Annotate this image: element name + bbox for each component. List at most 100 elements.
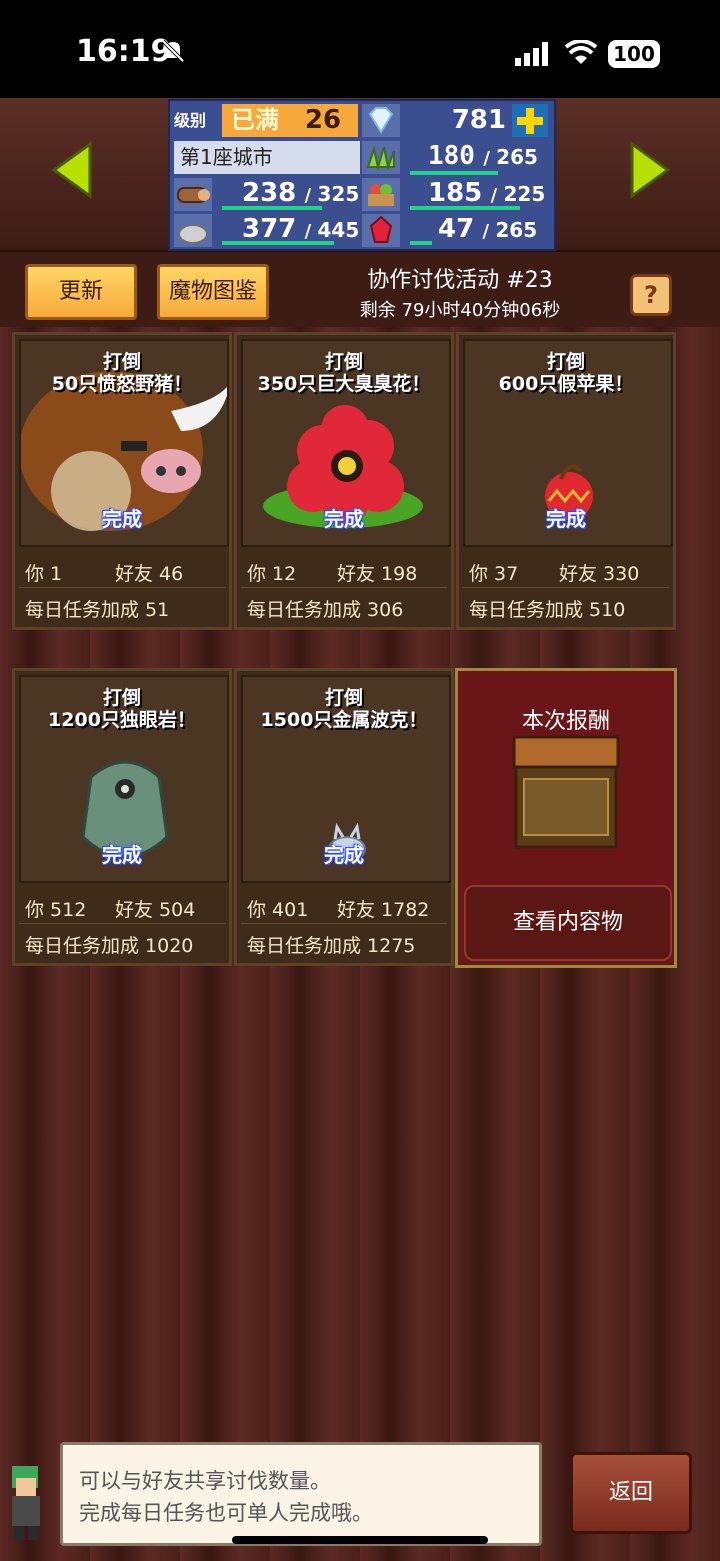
- daily-bonus: 每日任务加成 510: [469, 599, 626, 621]
- cellular-signal-icon: [515, 42, 548, 66]
- food-current: 185: [428, 178, 483, 208]
- city-name: 第1座城市: [174, 141, 360, 174]
- clock: 16:19: [76, 34, 172, 69]
- mission-text: 打倒 50只愤怒野猪！: [15, 351, 229, 395]
- friend-count: 好友 46: [115, 563, 184, 585]
- stone-max: 445: [317, 218, 360, 242]
- view-contents-button[interactable]: 查看内容物: [464, 885, 672, 961]
- ruby-max: 265: [495, 218, 538, 242]
- next-city-arrow-icon[interactable]: [628, 140, 672, 200]
- buy-gems-button[interactable]: [512, 104, 548, 137]
- grass-bar: [410, 171, 498, 175]
- mission-line-2: 600只假苹果！: [498, 373, 634, 395]
- ruby-bar: [410, 241, 432, 245]
- mission-card[interactable]: 打倒 1200只独眼岩！ 完成 你 512 好友 504 每日任务加成 1020: [12, 668, 232, 966]
- food-max: 225: [503, 182, 546, 206]
- mission-text: 打倒 1200只独眼岩！: [15, 687, 229, 731]
- mission-card[interactable]: 打倒 600只假苹果！ 完成 你 37 好友 330 每日任务加成 510: [456, 332, 676, 630]
- your-count: 你 401: [247, 899, 309, 921]
- divider: [19, 923, 225, 924]
- mission-line-1: 打倒: [324, 351, 363, 373]
- mission-line-2: 1200只独眼岩！: [48, 709, 196, 731]
- friend-count: 好友 1782: [337, 899, 430, 921]
- mission-text: 打倒 350只巨大臭臭花！: [237, 351, 451, 395]
- divider: [241, 587, 447, 588]
- daily-bonus: 每日任务加成 1275: [247, 935, 416, 957]
- level-label: 级别: [174, 104, 222, 137]
- mission-line-2: 1500只金属波克！: [260, 709, 428, 731]
- mission-text: 打倒 600只假苹果！: [459, 351, 673, 395]
- your-count: 你 1: [25, 563, 63, 585]
- wood-current: 238: [242, 178, 297, 208]
- wood-bar: [222, 206, 322, 210]
- grass-icon-box: [362, 141, 400, 174]
- treasure-chest-icon: [512, 735, 620, 849]
- ruby-icon: [369, 215, 393, 243]
- your-count: 你 512: [25, 899, 87, 921]
- event-time-remaining: 剩余 79小时40分钟06秒: [359, 300, 561, 321]
- wifi-icon: [565, 40, 597, 64]
- stone-icon: [178, 224, 208, 244]
- stone-current: 377: [242, 214, 297, 244]
- previous-city-arrow-icon[interactable]: [50, 140, 94, 200]
- reward-title: 本次报酬: [521, 709, 610, 734]
- food-basket-icon: [368, 184, 394, 206]
- ruby-icon-box: [362, 214, 400, 247]
- reward-card: 本次报酬 查看内容物: [455, 668, 677, 968]
- grass-max: 265: [496, 145, 538, 169]
- food-bar: [410, 206, 520, 210]
- divider: [463, 587, 669, 588]
- hint-line-1: 可以与好友共享讨伐数量。: [79, 1469, 331, 1493]
- mission-text: 打倒 1500只金属波克！: [237, 687, 451, 731]
- home-indicator[interactable]: [232, 1536, 488, 1544]
- back-button[interactable]: 返回: [570, 1452, 692, 1534]
- hint-line-2: 完成每日任务也可单人完成哦。: [79, 1501, 373, 1525]
- wood-log-icon: [177, 187, 210, 203]
- level-value: 26: [288, 104, 358, 137]
- daily-bonus: 每日任务加成 1020: [25, 935, 194, 957]
- mission-line-2: 350只巨大臭臭花！: [257, 373, 431, 395]
- grass-stat: 180 / 265: [428, 141, 538, 171]
- ruby-current: 47: [438, 214, 475, 244]
- completed-label: 完成: [102, 843, 142, 867]
- mission-line-1: 打倒: [102, 351, 141, 373]
- mission-card[interactable]: 打倒 350只巨大臭臭花！ 完成 你 12 好友 198 每日任务加成 306: [234, 332, 454, 630]
- diamond-icon-box: [362, 104, 400, 137]
- divider: [241, 923, 447, 924]
- guide-character-icon: [12, 1466, 40, 1540]
- completed-label: 完成: [324, 843, 364, 867]
- help-button[interactable]: ?: [630, 274, 672, 316]
- mission-line-1: 打倒: [102, 687, 141, 709]
- grass-current: 180: [428, 141, 475, 171]
- daily-bonus: 每日任务加成 306: [247, 599, 404, 621]
- gem-count: 781: [451, 105, 506, 135]
- friend-count: 好友 504: [115, 899, 196, 921]
- friend-count: 好友 198: [337, 563, 418, 585]
- battery-indicator: 100: [608, 40, 660, 68]
- diamond-icon: [368, 107, 394, 134]
- wood-max: 325: [317, 182, 360, 206]
- stone-icon-box: [174, 214, 212, 247]
- resource-panel: 级别 已满 26 781 第1座城市 180 / 265 238 / 325 1…: [168, 99, 556, 251]
- completed-label: 完成: [324, 507, 364, 531]
- completed-label: 完成: [102, 507, 142, 531]
- divider: [19, 587, 225, 588]
- level-status: 已满: [222, 104, 288, 137]
- wood-icon-box: [174, 178, 212, 211]
- daily-bonus: 每日任务加成 51: [25, 599, 170, 621]
- friend-count: 好友 330: [559, 563, 640, 585]
- event-title: 协作讨伐活动 #23: [367, 268, 553, 293]
- refresh-button[interactable]: 更新: [25, 264, 137, 320]
- mission-line-1: 打倒: [324, 687, 363, 709]
- mission-line-2: 50只愤怒野猪！: [51, 373, 193, 395]
- your-count: 你 37: [469, 563, 519, 585]
- your-count: 你 12: [247, 563, 297, 585]
- status-bar: 16:19 100: [0, 0, 720, 98]
- silent-bell-icon: [161, 39, 185, 63]
- mission-card[interactable]: 打倒 50只愤怒野猪！ 完成 你 1 好友 46 每日任务加成 51: [12, 332, 232, 630]
- grass-icon: [366, 145, 395, 171]
- bestiary-button[interactable]: 魔物图鉴: [157, 264, 269, 320]
- food-icon-box: [362, 178, 400, 211]
- mission-card[interactable]: 打倒 1500只金属波克！ 完成 你 401 好友 1782 每日任务加成 12…: [234, 668, 454, 966]
- stone-bar: [222, 241, 334, 245]
